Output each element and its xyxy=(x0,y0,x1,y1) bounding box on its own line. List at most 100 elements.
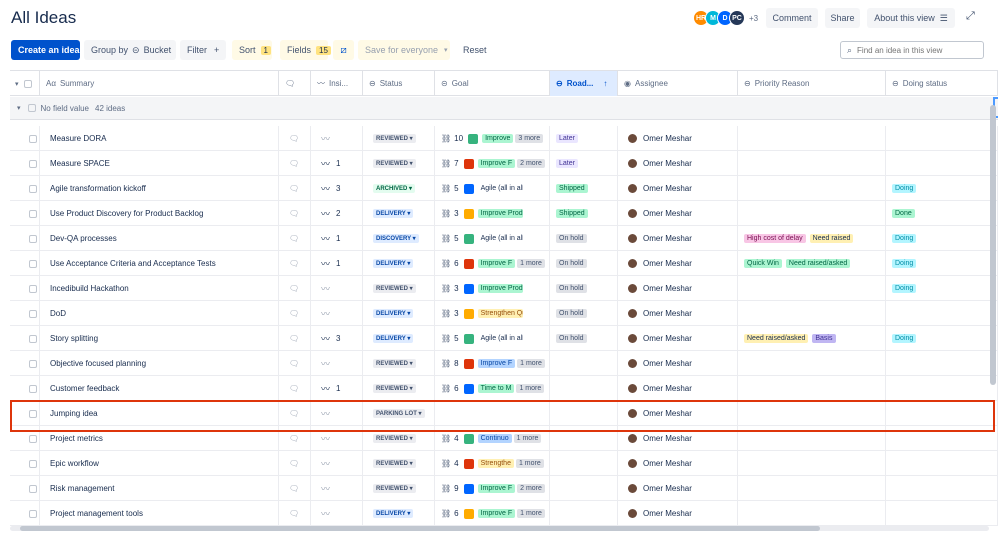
row-select-cell[interactable] xyxy=(10,326,40,351)
share-button[interactable]: Share xyxy=(825,8,860,28)
goal-more-tag[interactable]: 1 more xyxy=(517,259,545,268)
doing-status-tag[interactable]: Doing xyxy=(892,184,917,193)
row-checkbox[interactable] xyxy=(29,459,37,468)
comments-cell[interactable]: 🗨 xyxy=(279,426,311,451)
row-checkbox[interactable] xyxy=(29,509,37,518)
roadmap-cell[interactable]: On hold xyxy=(550,326,618,351)
priority-reason-tag[interactable]: High cost of delay xyxy=(744,234,806,243)
assignee-cell[interactable]: Omer Meshar xyxy=(618,501,738,526)
roadmap-cell[interactable] xyxy=(550,376,618,401)
goal-more-tag[interactable]: 3 more xyxy=(515,134,544,143)
assignee-cell[interactable]: Omer Meshar xyxy=(618,426,738,451)
status-badge[interactable]: REVIEWED ▾ xyxy=(373,359,416,368)
comments-cell[interactable]: 🗨 xyxy=(279,376,311,401)
doing-status-cell[interactable]: Doing xyxy=(886,176,998,201)
priority-reason-tag[interactable]: Need raised/asked xyxy=(744,334,809,343)
row-checkbox[interactable] xyxy=(29,309,37,318)
create-idea-button[interactable]: Create an idea xyxy=(11,40,80,60)
summary-cell[interactable]: Epic workflow xyxy=(40,451,279,476)
status-cell[interactable]: REVIEWED ▾ xyxy=(363,351,435,376)
summary-cell[interactable]: Use Acceptance Criteria and Acceptance T… xyxy=(40,251,279,276)
roadmap-badge[interactable]: Shipped xyxy=(556,209,588,218)
status-badge[interactable]: REVIEWED ▾ xyxy=(373,134,416,143)
vertical-scrollbar[interactable] xyxy=(990,95,996,525)
goal-cell[interactable]: ⛓3 Strengthen Quality xyxy=(435,301,550,326)
insights-cell[interactable]: 〰 1 xyxy=(311,226,363,251)
idea-summary[interactable]: Project metrics xyxy=(50,434,103,443)
row-select-cell[interactable] xyxy=(10,251,40,276)
table-row[interactable]: Project metrics 🗨 〰 REVIEWED ▾ ⛓ 4 Continuo 1 m… xyxy=(10,426,998,451)
comments-cell[interactable]: 🗨 xyxy=(279,276,311,301)
goal-cell[interactable]: ⛓ 6 Improve F1 more xyxy=(435,501,550,526)
summary-cell[interactable]: Project management tools xyxy=(40,501,279,526)
priority-reason-cell[interactable] xyxy=(738,176,886,201)
insights-cell[interactable]: 〰 xyxy=(311,351,363,376)
priority-reason-tag[interactable]: Need raised/asked xyxy=(785,259,851,268)
status-badge[interactable]: ARCHIVED ▾ xyxy=(373,184,416,193)
row-select-cell[interactable] xyxy=(10,201,40,226)
table-row[interactable]: Jumping idea 🗨 〰 PARKING LOT ▾ Omer Meshar xyxy=(10,401,998,426)
roadmap-badge[interactable]: On hold xyxy=(556,259,587,268)
idea-summary[interactable]: Use Acceptance Criteria and Acceptance T… xyxy=(50,259,216,268)
assignee-cell[interactable]: Omer Meshar xyxy=(618,201,738,226)
table-row[interactable]: Objective focused planning 🗨 〰 REVIEWED ▾ ⛓ 8… xyxy=(10,351,998,376)
idea-summary[interactable]: Story splitting xyxy=(50,334,98,343)
comment-icon[interactable]: 🗨 xyxy=(289,509,299,518)
comment-icon[interactable]: 🗨 xyxy=(289,234,299,243)
status-cell[interactable]: REVIEWED ▾ xyxy=(363,426,435,451)
collaborator-avatars[interactable]: HR M D PC +3 xyxy=(693,10,758,26)
comments-cell[interactable]: 🗨 xyxy=(279,451,311,476)
goal-tag[interactable]: Improve F xyxy=(477,484,516,493)
comment-icon[interactable]: 🗨 xyxy=(289,159,299,168)
status-cell[interactable]: DELIVERY ▾ xyxy=(363,326,435,351)
row-checkbox[interactable] xyxy=(29,259,37,268)
comments-cell[interactable]: 🗨 xyxy=(279,326,311,351)
table-row[interactable]: Use Product Discovery for Product Backlo… xyxy=(10,201,998,226)
doing-status-cell[interactable] xyxy=(886,351,998,376)
goal-cell[interactable]: ⛓ 5 Agile (all in all) xyxy=(435,326,550,351)
search-input[interactable] xyxy=(857,45,968,55)
roadmap-cell[interactable] xyxy=(550,401,618,426)
insights-cell[interactable]: 〰 2 xyxy=(311,201,363,226)
priority-reason-tag[interactable]: Need raised xyxy=(809,234,854,243)
table-row[interactable]: Epic workflow 🗨 〰 REVIEWED ▾ ⛓ 4 Strengthe 1 mo… xyxy=(10,451,998,476)
roadmap-cell[interactable]: On hold xyxy=(550,226,618,251)
status-cell[interactable]: DELIVERY ▾ xyxy=(363,201,435,226)
comment-icon[interactable]: 🗨 xyxy=(289,184,299,193)
row-checkbox[interactable] xyxy=(29,234,37,243)
status-cell[interactable]: DELIVERY ▾ xyxy=(363,301,435,326)
idea-summary[interactable]: Measure SPACE xyxy=(50,159,110,168)
expand-icon[interactable]: ⤢ xyxy=(966,10,975,23)
status-badge[interactable]: DELIVERY ▾ xyxy=(373,309,414,318)
goal-tag[interactable]: Improve xyxy=(482,134,514,143)
row-checkbox[interactable] xyxy=(29,184,37,193)
insights-cell[interactable]: 〰 xyxy=(311,501,363,526)
row-checkbox[interactable] xyxy=(29,284,37,293)
status-badge[interactable]: DELIVERY ▾ xyxy=(373,509,414,518)
status-badge[interactable]: REVIEWED ▾ xyxy=(373,284,416,293)
row-checkbox[interactable] xyxy=(29,334,37,343)
filter-button[interactable]: Filter + xyxy=(180,40,226,60)
select-all-checkbox[interactable] xyxy=(23,79,32,88)
comments-cell[interactable]: 🗨 xyxy=(279,251,311,276)
summary-cell[interactable]: Project metrics xyxy=(40,426,279,451)
goal-cell[interactable]: ⛓ 6 Time to M1 more xyxy=(435,376,550,401)
row-select-cell[interactable] xyxy=(10,401,40,426)
column-roadmap[interactable]: ⊖ Road... ↑ xyxy=(550,71,618,96)
insights-cell[interactable]: 〰 1 xyxy=(311,251,363,276)
roadmap-badge[interactable]: On hold xyxy=(556,284,587,293)
table-row[interactable]: DoD 🗨 〰 DELIVERY ▾ ⛓3 Strengthen Quality On ho… xyxy=(10,301,998,326)
insights-cell[interactable]: 〰 xyxy=(311,451,363,476)
goal-cell[interactable]: ⛓3 Improve Productivi xyxy=(435,201,550,226)
goal-cell[interactable]: ⛓ 5 Agile (all in all) xyxy=(435,176,550,201)
comments-cell[interactable]: 🗨 xyxy=(279,176,311,201)
roadmap-badge[interactable]: On hold xyxy=(556,309,587,318)
row-checkbox[interactable] xyxy=(29,484,37,493)
roadmap-cell[interactable] xyxy=(550,451,618,476)
priority-reason-cell[interactable] xyxy=(738,451,886,476)
status-badge[interactable]: REVIEWED ▾ xyxy=(373,159,416,168)
assignee-cell[interactable]: Omer Meshar xyxy=(618,376,738,401)
doing-status-tag[interactable]: Doing xyxy=(892,259,917,268)
goal-cell[interactable]: ⛓ 5 Agile (all in all) xyxy=(435,226,550,251)
row-checkbox[interactable] xyxy=(29,159,37,168)
